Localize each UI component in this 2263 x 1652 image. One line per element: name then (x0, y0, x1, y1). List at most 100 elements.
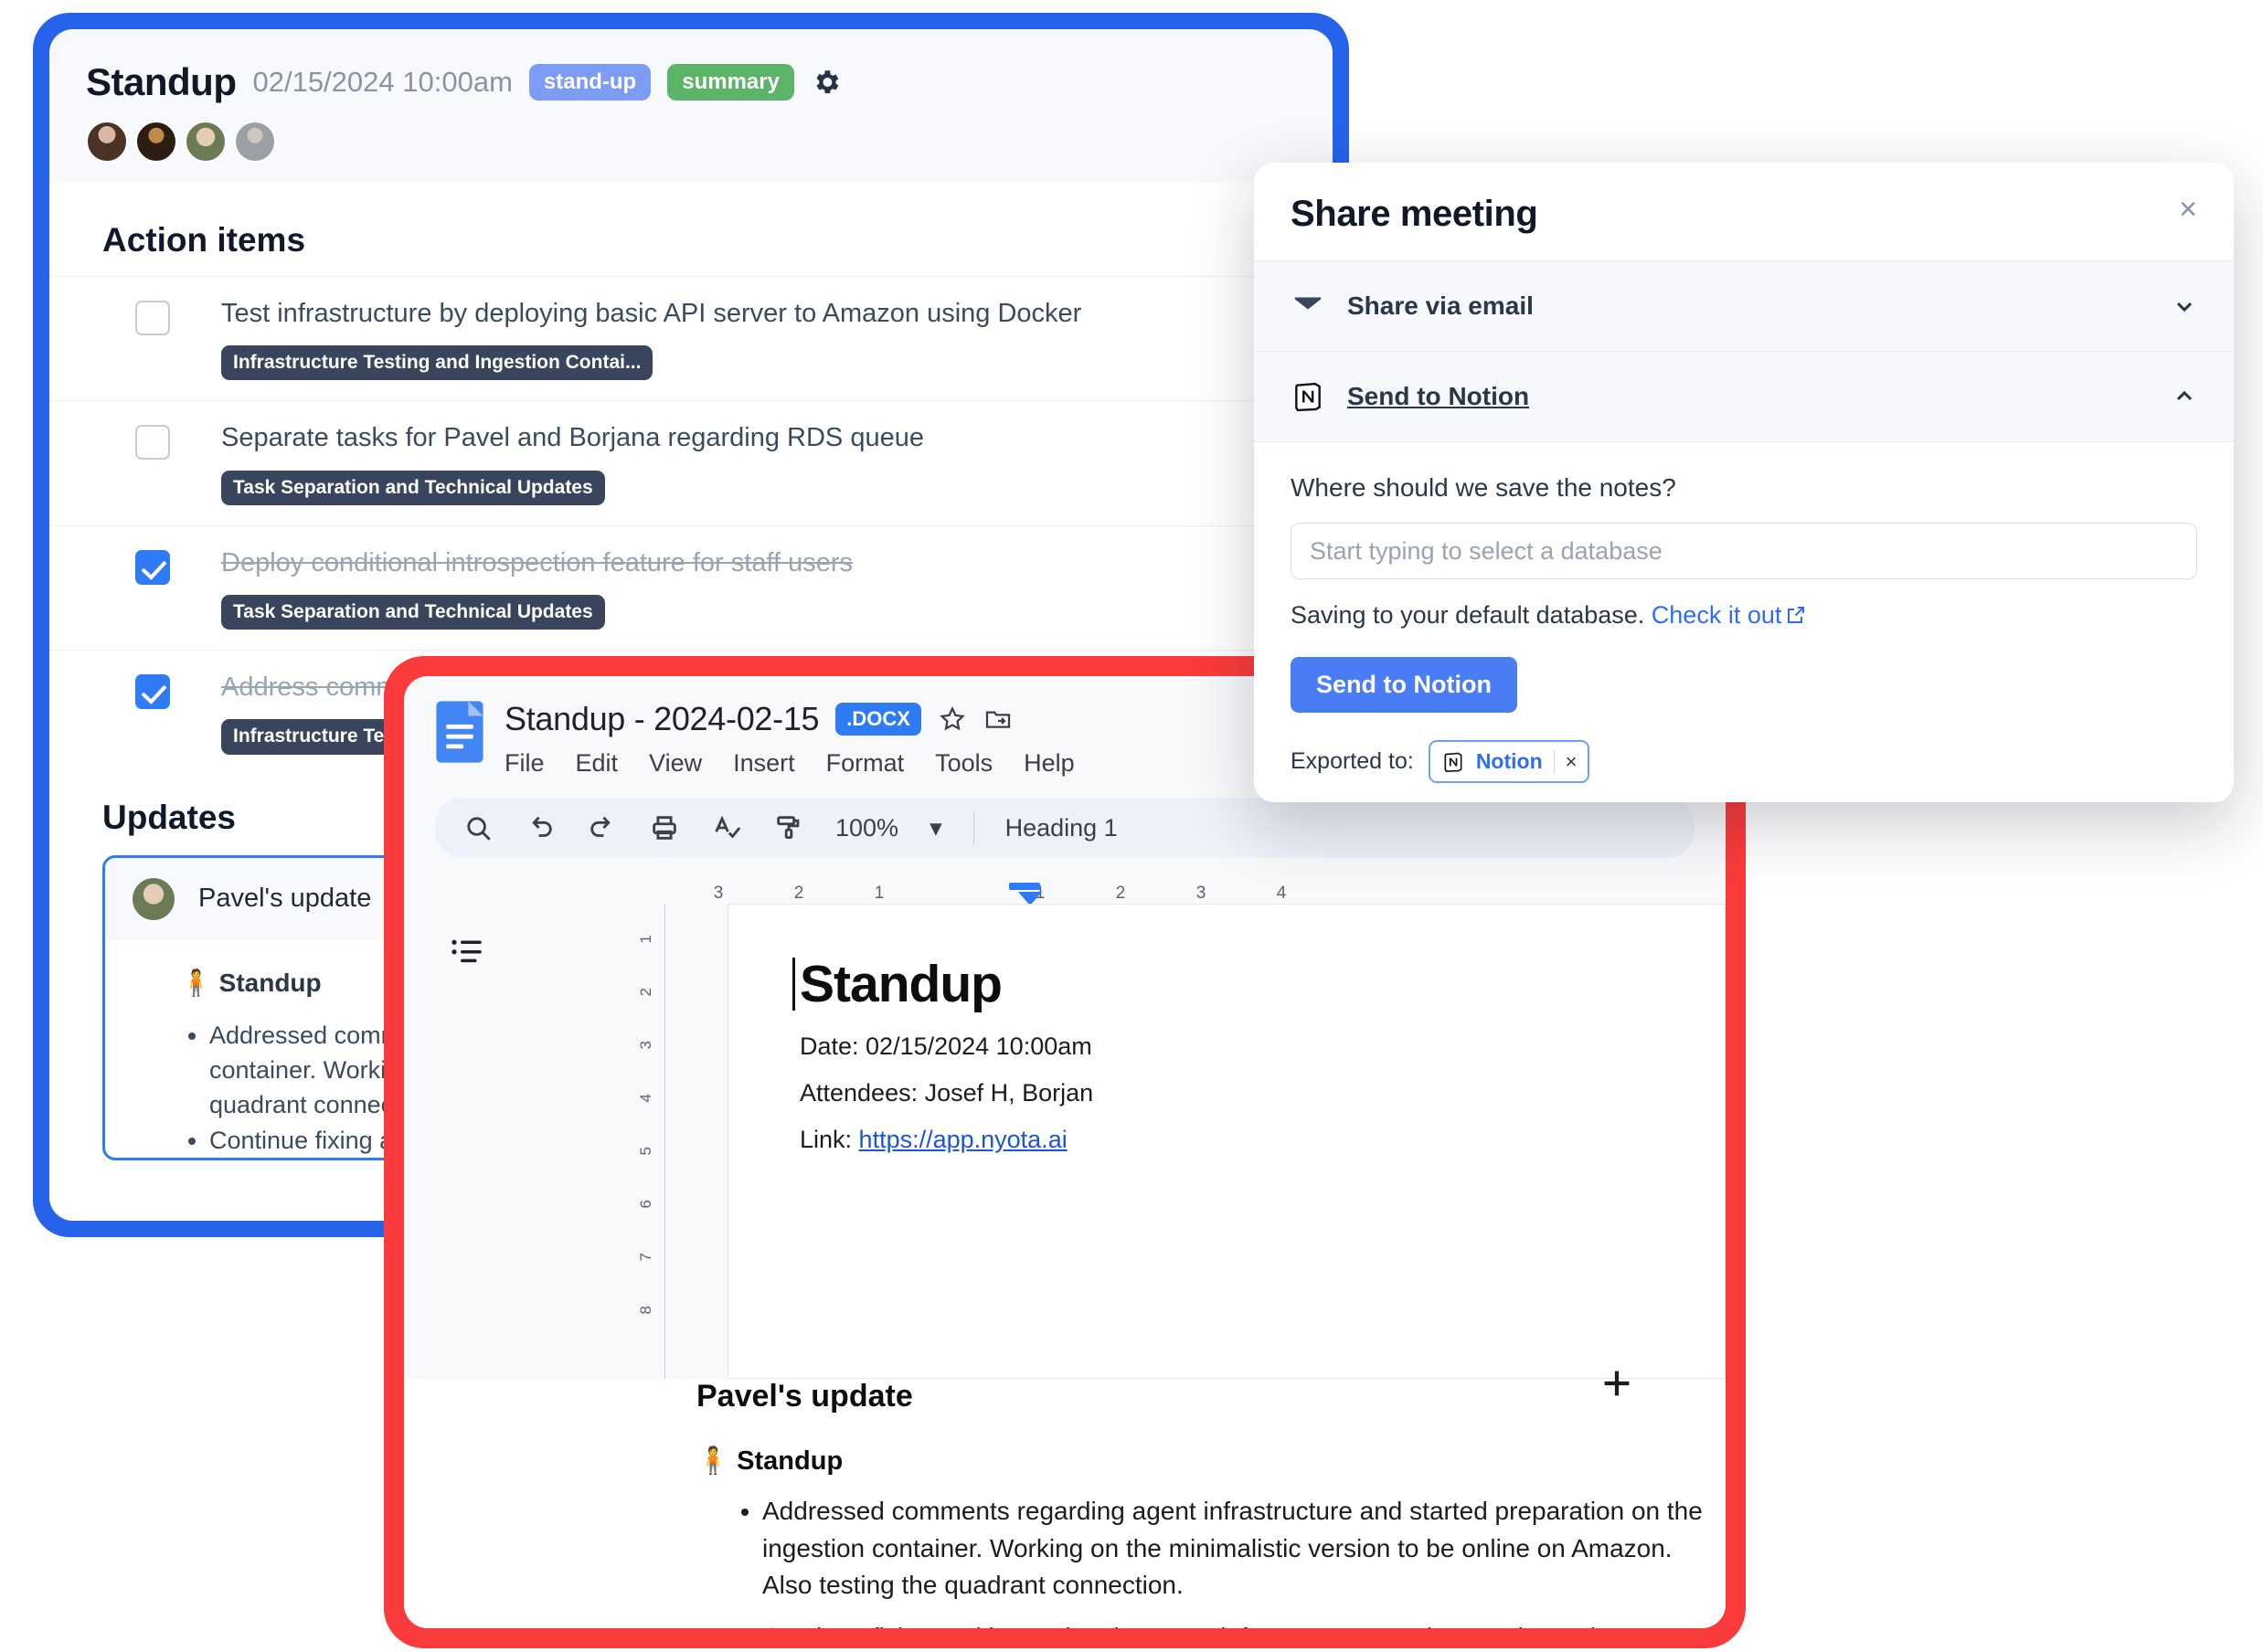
attendee-avatars (86, 121, 1296, 163)
menu-help[interactable]: Help (1024, 749, 1075, 778)
person-standing-icon: 🧍 (180, 968, 212, 997)
avatar[interactable] (185, 121, 227, 163)
action-item-checkbox[interactable] (135, 301, 170, 335)
docs-title-row: Standup - 2024-02-15 .DOCX (505, 700, 1075, 738)
ruler-tick: 5 (637, 1147, 654, 1156)
avatar[interactable] (234, 121, 276, 163)
menu-edit[interactable]: Edit (576, 749, 619, 778)
docs-window: Standup - 2024-02-15 .DOCX File Edit Vie… (404, 676, 1726, 1628)
update-section-label: Standup (218, 968, 322, 997)
action-item-checkbox[interactable] (135, 674, 170, 710)
document-title[interactable]: Standup - 2024-02-15 (505, 700, 820, 738)
spellcheck-icon[interactable] (711, 812, 742, 843)
page-title: Standup (86, 60, 237, 103)
check-it-out-link[interactable]: Check it out (1652, 601, 1782, 629)
horizontal-ruler[interactable]: 3 2 1 1 2 3 4 (404, 873, 1726, 915)
print-icon[interactable] (649, 812, 680, 843)
external-link-icon[interactable] (1785, 604, 1807, 626)
share-option-email[interactable]: Share via email (1254, 261, 2234, 352)
add-button[interactable] (1596, 1362, 1638, 1404)
chip-divider (1553, 749, 1555, 774)
notion-question: Where should we save the notes? (1291, 473, 1676, 502)
avatar[interactable] (135, 121, 177, 163)
exported-chip-label: Notion (1475, 749, 1543, 773)
docs-window-frame: Standup - 2024-02-15 .DOCX File Edit Vie… (384, 656, 1746, 1648)
document-heading-1-text: Standup (800, 955, 1003, 1013)
share-option-label: Send to Notion (1347, 382, 1530, 410)
close-icon[interactable]: × (2179, 194, 2197, 225)
notion-icon (1441, 750, 1465, 774)
action-item-checkbox[interactable] (135, 549, 170, 585)
document-section-standup: 🧍 Standup (696, 1446, 1726, 1477)
menu-file[interactable]: File (505, 749, 545, 778)
paint-format-icon[interactable] (773, 812, 804, 843)
share-option-notion[interactable]: Send to Notion (1254, 352, 2234, 442)
ruler-tick: 2 (637, 988, 654, 997)
menu-tools[interactable]: Tools (935, 749, 993, 778)
action-item-checkbox[interactable] (135, 425, 170, 461)
format-badge: .DOCX (835, 703, 921, 736)
search-icon[interactable] (462, 812, 494, 843)
list-item: Addressed comments regarding agent infra… (762, 1493, 1726, 1604)
database-search-placeholder: Start typing to select a database (1310, 536, 1663, 565)
menu-view[interactable]: View (649, 749, 702, 778)
envelope-icon (1291, 289, 1325, 323)
ruler-tick: 1 (637, 935, 654, 944)
chevron-up-icon[interactable] (2172, 384, 2197, 409)
menu-format[interactable]: Format (826, 749, 905, 778)
toolbar-divider (972, 811, 974, 844)
menu-insert[interactable]: Insert (733, 749, 795, 778)
exported-chip-notion[interactable]: Notion × (1428, 740, 1590, 783)
zoom-level[interactable]: 100% (835, 814, 898, 842)
document-heading-2: Pavel's update (696, 1379, 913, 1414)
action-item-tag: Infrastructure Testing and Ingestion Con… (221, 345, 653, 381)
move-to-folder-icon[interactable] (983, 704, 1013, 734)
docs-title-block: Standup - 2024-02-15 .DOCX File Edit Vie… (505, 700, 1075, 778)
update-author: Pavel's update (198, 884, 372, 914)
action-item-text: Separate tasks for Pavel and Borjana reg… (221, 423, 924, 453)
ruler-tick: 7 (637, 1253, 654, 1262)
vertical-ruler[interactable]: 1 2 3 4 5 6 7 8 (634, 904, 665, 1379)
document-outline-icon[interactable] (448, 931, 486, 969)
chevron-down-icon[interactable]: ▾ (930, 814, 942, 842)
document-page[interactable]: Standup Date: 02/15/2024 10:00am Attende… (728, 904, 1726, 1379)
exported-to-row: Exported to: Notion × (1291, 740, 2197, 783)
screenshot-stage: Standup 02/15/2024 10:00am stand-up summ… (0, 0, 2263, 1652)
indent-marker-bar[interactable] (1009, 883, 1040, 890)
tag-stand-up[interactable]: stand-up (528, 64, 652, 101)
ruler-tick: 2 (759, 884, 839, 915)
document-attendees-line: Attendees: Josef H, Borjan (800, 1079, 1094, 1107)
meeting-datetime: 02/15/2024 10:00am (252, 66, 513, 98)
notion-panel: Where should we save the notes? Start ty… (1254, 442, 2234, 802)
table-row[interactable]: Test infrastructure by deploying basic A… (49, 276, 1333, 400)
table-row[interactable]: Deploy conditional introspection feature… (49, 524, 1333, 650)
ruler-tick: 4 (1241, 884, 1322, 915)
redo-icon[interactable] (587, 812, 618, 843)
document-link-url[interactable]: https://app.nyota.ai (859, 1126, 1068, 1153)
docs-toolbar: 100% ▾ Heading 1 (435, 798, 1695, 858)
undo-icon[interactable] (525, 812, 556, 843)
action-item-content: Test infrastructure by deploying basic A… (170, 297, 1252, 381)
action-item-content: Separate tasks for Pavel and Borjana reg… (170, 421, 1252, 505)
ruler-tick: 3 (678, 884, 759, 915)
share-meeting-modal: Share meeting × Share via email Send to … (1254, 163, 2234, 802)
chevron-down-icon[interactable] (2172, 293, 2197, 319)
action-item-tag: Task Separation and Technical Updates (221, 595, 605, 630)
paragraph-style-select[interactable]: Heading 1 (1005, 814, 1118, 842)
star-icon[interactable] (938, 704, 967, 734)
default-database-note-text: Saving to your default database. (1291, 601, 1645, 629)
text-caret (792, 958, 795, 1011)
docs-canvas: 1 2 3 4 5 6 7 8 Standup Date: 02/15/2024… (404, 904, 1726, 1379)
avatar[interactable] (86, 121, 128, 163)
send-to-notion-button[interactable]: Send to Notion (1291, 657, 1517, 713)
docs-menubar: File Edit View Insert Format Tools Help (505, 749, 1075, 778)
document-bullet-list: Addressed comments regarding agent infra… (696, 1493, 1726, 1628)
gear-icon[interactable] (811, 67, 842, 98)
modal-title: Share meeting (1291, 194, 1538, 234)
ruler-tick: 3 (1161, 884, 1241, 915)
remove-chip-icon[interactable]: × (1566, 750, 1578, 774)
tag-summary[interactable]: summary (667, 64, 794, 101)
database-search-input[interactable]: Start typing to select a database (1291, 523, 2197, 579)
ruler-tick: 6 (637, 1200, 654, 1209)
table-row[interactable]: Separate tasks for Pavel and Borjana reg… (49, 400, 1333, 524)
